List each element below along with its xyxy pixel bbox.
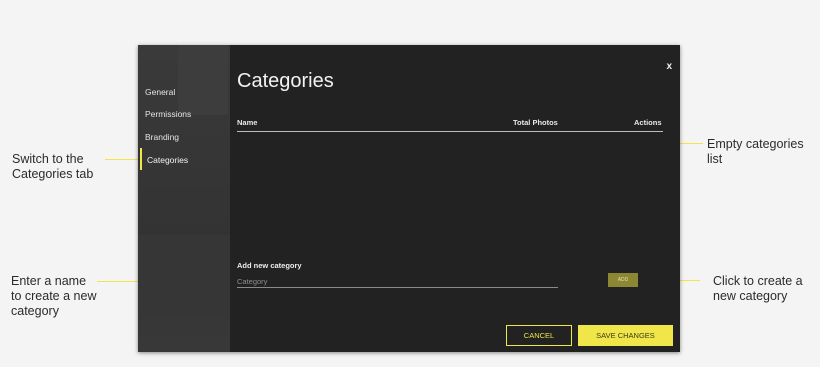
dialog-content: Categories x Name Total Photos Actions A…	[230, 45, 680, 352]
sidebar-item-general[interactable]: General	[145, 87, 175, 97]
annotation-line: Empty categories	[707, 137, 804, 151]
annotation-line: new category	[713, 289, 788, 303]
active-tab-indicator	[140, 148, 142, 170]
background-ghost-block	[178, 45, 228, 115]
annotation-enter-name: Enter a name to create a new category	[11, 274, 96, 319]
sidebar-item-branding[interactable]: Branding	[145, 132, 179, 142]
annotation-line: Enter a name	[11, 274, 87, 288]
sidebar-item-categories[interactable]: Categories	[147, 155, 188, 165]
column-header-total-photos[interactable]: Total Photos	[513, 118, 558, 127]
annotation-switch-tab: Switch to the Categories tab	[12, 152, 93, 182]
annotation-line: Click to create a	[713, 274, 803, 288]
column-header-actions: Actions	[634, 118, 662, 127]
add-category-label: Add new category	[237, 261, 302, 270]
settings-dialog: General Permissions Branding Categories …	[138, 45, 680, 352]
annotation-leader-switch-tab	[105, 159, 141, 160]
background-ghost-block	[138, 235, 230, 295]
annotation-line: list	[707, 152, 723, 166]
dialog-title: Categories	[237, 70, 334, 92]
annotation-line: Categories tab	[12, 167, 94, 181]
add-category-button[interactable]: ADD	[608, 273, 638, 287]
column-header-name[interactable]: Name	[237, 118, 257, 127]
cancel-button[interactable]: CANCEL	[506, 325, 572, 346]
categories-list	[237, 133, 663, 248]
sidebar-item-permissions[interactable]: Permissions	[145, 109, 191, 119]
close-button[interactable]: x	[666, 61, 672, 72]
table-header-divider	[237, 131, 663, 132]
sidebar: General Permissions Branding Categories	[138, 45, 230, 352]
category-name-input[interactable]	[237, 275, 558, 288]
annotation-line: Switch to the	[12, 152, 84, 166]
save-changes-button[interactable]: SAVE CHANGES	[578, 325, 673, 346]
annotation-line: to create a new	[11, 289, 97, 303]
annotation-line: category	[11, 304, 59, 318]
annotation-click-create: Click to create a new category	[713, 274, 803, 304]
annotation-empty-list: Empty categories list	[707, 137, 804, 167]
